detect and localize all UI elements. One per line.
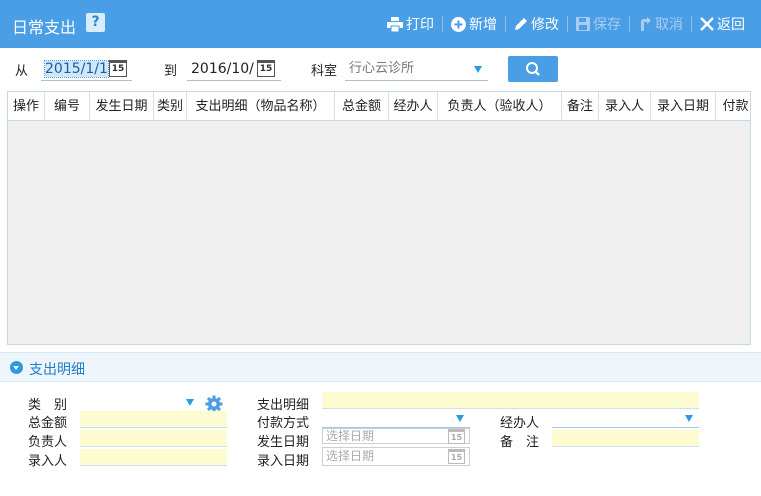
entry-date-placeholder: 选择日期 [326,449,375,463]
calendar-icon[interactable]: 15 [448,429,465,444]
dropdown-arrow-icon [456,415,464,422]
payment-method-select[interactable] [322,411,470,428]
to-date-input[interactable]: 2016/10/ 15 [187,57,281,81]
expense-detail-field[interactable] [322,392,699,409]
undo-arrow-icon [641,17,651,31]
add-label: 新增 [469,17,497,33]
detail-section-header[interactable]: 支出明细 [0,352,761,382]
entered-by-label: 录入人 [28,454,68,469]
calendar-icon[interactable]: 15 [109,60,127,77]
to-date-value: 2016/10/ [191,61,254,77]
calendar-icon[interactable]: 15 [257,60,275,77]
remark-label: 备 注 [500,435,540,450]
dept-select[interactable]: 行心云诊所 [345,57,488,81]
column-header[interactable]: 总金额 [335,92,389,120]
column-header[interactable]: 录入日期 [651,92,716,120]
close-icon [700,17,714,31]
back-button[interactable]: 返回 [696,14,749,34]
toolbar-divider [629,16,630,32]
section-title: 支出明细 [29,362,85,378]
filter-dept: 科室 [311,56,337,82]
expense-detail-label: 支出明细 [257,398,310,413]
search-button[interactable] [508,56,558,82]
collapse-toggle-icon[interactable] [10,361,23,374]
dept-label: 科室 [311,63,338,79]
payment-method-label: 付款方式 [257,416,310,431]
category-label: 类 别 [28,398,68,413]
filter-from: 从 [15,56,28,82]
add-button[interactable]: 新增 [447,14,501,34]
owner-field[interactable] [80,430,227,447]
from-date-input[interactable]: 2015/1/1 15 [41,57,132,81]
table-header: 操作 编号 发生日期 类别 支出明细（物品名称） 总金额 经办人 负责人（验收人） 备注 录入人录… [8,92,750,121]
toolbar-divider [442,16,443,32]
help-button[interactable]: ? [86,13,105,32]
column-header[interactable]: 经办人 [389,92,438,120]
column-header[interactable]: 类别 [154,92,187,120]
entry-date-label: 录入日期 [257,454,310,469]
from-label: 从 [15,63,29,79]
printer-icon [387,16,403,32]
handler-select[interactable] [552,411,699,428]
print-button[interactable]: 打印 [383,14,438,34]
total-amount-label: 总金额 [28,416,68,431]
back-label: 返回 [717,17,745,33]
column-header[interactable]: 付款 [716,92,750,120]
column-header[interactable]: 负责人（验收人） [438,92,562,120]
search-icon [526,62,540,76]
cancel-label: 取消 [655,17,683,33]
occur-date-input[interactable]: 选择日期 15 [322,428,470,444]
filter-to: 到 [164,56,177,82]
entry-date-input[interactable]: 选择日期 15 [322,447,470,466]
pencil-icon [515,18,527,30]
column-header[interactable]: 备注 [562,92,599,120]
owner-label: 负责人 [28,435,68,450]
save-label: 保存 [593,17,621,33]
print-label: 打印 [406,17,434,33]
column-header[interactable]: 发生日期 [90,92,154,120]
column-header[interactable]: 支出明细（物品名称） [187,92,335,120]
expense-table: 操作 编号 发生日期 类别 支出明细（物品名称） 总金额 经办人 负责人（验收人） 备注 录入人录… [7,91,751,345]
to-date-wrapper: 2016/10/ 15 [187,56,281,82]
floppy-disk-icon [576,17,590,31]
entered-by-field[interactable] [80,449,227,466]
handler-label: 经办人 [500,416,540,431]
toolbar: 打印 新增 修改 保存 取消 返回 [383,14,749,34]
dept-select-wrapper: 行心云诊所 [345,56,488,82]
total-amount-field[interactable] [80,411,227,428]
from-date-wrapper: 2015/1/1 15 [41,56,132,82]
calendar-icon[interactable]: 15 [448,449,465,464]
cancel-button[interactable]: 取消 [634,14,687,34]
occur-date-placeholder: 选择日期 [326,429,375,443]
toolbar-divider [691,16,692,32]
toolbar-divider [567,16,568,32]
page-title: 日常支出 [12,18,77,37]
category-select[interactable] [80,395,200,412]
edit-label: 修改 [531,17,559,33]
title-bar: 日常支出 ? 打印 新增 修改 保存 取消 返回 [0,0,761,48]
dropdown-arrow-icon [474,66,482,73]
dropdown-arrow-icon [685,415,693,422]
to-label: 到 [164,63,178,79]
toolbar-divider [505,16,506,32]
dropdown-arrow-icon [186,399,194,406]
dept-value: 行心云诊所 [349,61,415,76]
column-header[interactable]: 操作 [8,92,45,120]
column-header[interactable]: 录入人 [599,92,651,120]
column-header[interactable]: 编号 [45,92,90,120]
occur-date-label: 发生日期 [257,435,310,450]
edit-button[interactable]: 修改 [510,14,563,34]
plus-circle-icon [451,16,466,32]
save-button[interactable]: 保存 [572,14,625,34]
from-date-value: 2015/1/1 [44,60,109,78]
remark-field[interactable] [552,430,699,447]
